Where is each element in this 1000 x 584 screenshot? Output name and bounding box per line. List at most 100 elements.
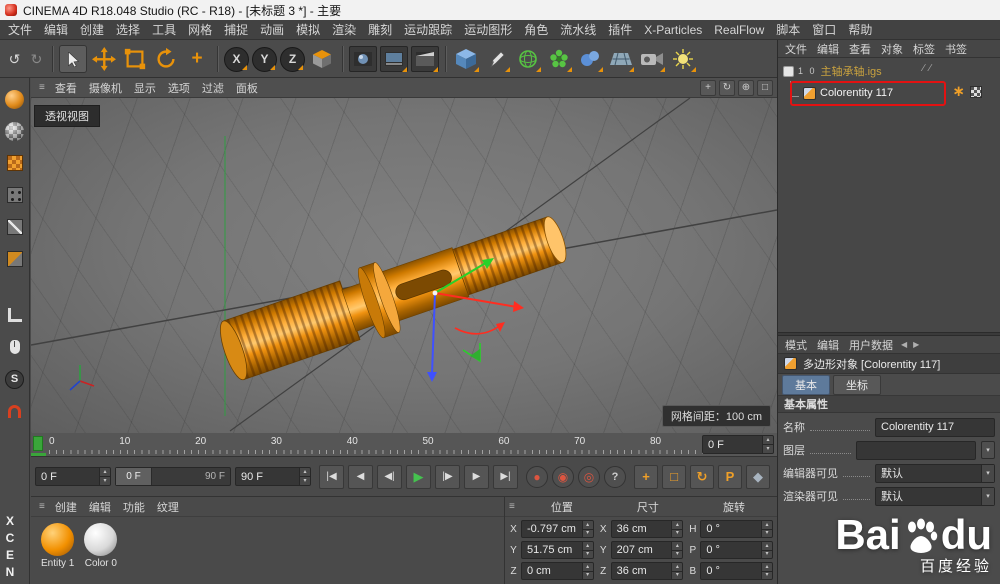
name-input[interactable]: Colorentity 117 <box>875 418 995 437</box>
magnet-tool-button[interactable] <box>4 400 26 422</box>
metaball-button[interactable] <box>576 45 604 73</box>
current-frame-field[interactable]: 0 F ▴▾ <box>702 435 774 454</box>
layer-input[interactable] <box>856 441 976 460</box>
spinner-up-icon[interactable]: ▴ <box>672 563 682 571</box>
coordinate-system-button[interactable] <box>308 45 336 73</box>
object-manager-menu-item[interactable]: 查看 <box>844 41 876 57</box>
viewport-maximize-icon[interactable]: □ <box>757 80 773 96</box>
camera-button[interactable] <box>638 45 666 73</box>
spinner-down-icon[interactable]: ▾ <box>672 571 682 580</box>
snap-button[interactable]: S <box>4 368 26 390</box>
viewport-menu-item[interactable]: 查看 <box>49 80 83 96</box>
range-end-field[interactable]: 90 F ▴▾ <box>235 467 311 486</box>
menu-item[interactable]: 渲染 <box>326 21 362 38</box>
playhead-marker[interactable] <box>33 436 43 451</box>
position-field[interactable]: 51.75 cm ▴▾ <box>521 541 594 559</box>
render-visibility-dropdown[interactable]: 默认 ▾ <box>875 487 995 506</box>
add-primitive-button[interactable] <box>452 45 480 73</box>
object-manager-menu-item[interactable]: 书签 <box>940 41 972 57</box>
view-label[interactable]: 透视视图 <box>34 105 100 127</box>
scale-tool-button[interactable] <box>121 45 149 73</box>
spinner-down-icon[interactable]: ▾ <box>762 529 772 538</box>
materials-menu-item[interactable]: 编辑 <box>83 499 117 515</box>
autokey-button[interactable]: ◉ <box>552 466 574 488</box>
panel-menu-icon[interactable]: ≡ <box>35 501 49 512</box>
menu-item[interactable]: 模拟 <box>290 21 326 38</box>
menu-item[interactable]: 脚本 <box>770 21 806 38</box>
viewport-menu-item[interactable]: 过滤 <box>196 80 230 96</box>
menu-item[interactable]: 文件 <box>2 21 38 38</box>
spinner-up-icon[interactable]: ▴ <box>672 521 682 529</box>
layer-popup-button[interactable]: ▾ <box>981 441 995 459</box>
spline-pen-button[interactable] <box>483 45 511 73</box>
spinner[interactable]: ▴▾ <box>671 521 682 537</box>
size-field[interactable]: 36 cm ▴▾ <box>611 520 684 538</box>
spinner[interactable]: ▴▾ <box>671 542 682 558</box>
object-visibility-dots[interactable]: 1 0 <box>798 66 817 76</box>
timeline-ruler[interactable]: 0102030405060708090 0 F ▴▾ <box>31 433 777 457</box>
render-settings-button[interactable] <box>411 45 439 73</box>
viewport-pan-icon[interactable]: + <box>700 80 716 96</box>
spinner-up-icon[interactable]: ▴ <box>762 563 772 571</box>
range-start-spinner[interactable]: ▴▾ <box>99 468 110 485</box>
object-name[interactable]: 主轴承轴.igs <box>821 63 882 79</box>
menu-item[interactable]: 动画 <box>254 21 290 38</box>
size-field[interactable]: 36 cm ▴▾ <box>611 562 684 580</box>
texture-tag-icon[interactable] <box>970 86 982 98</box>
model-mode-button[interactable] <box>4 88 26 110</box>
spinner-up-icon[interactable]: ▴ <box>672 542 682 550</box>
spinner-down-icon[interactable]: ▾ <box>672 550 682 559</box>
shaft-object[interactable] <box>213 202 575 388</box>
spinner-up-icon[interactable]: ▴ <box>300 468 310 476</box>
select-tool-button[interactable] <box>59 45 87 73</box>
menu-item[interactable]: 网格 <box>182 21 218 38</box>
menu-item[interactable]: X-Particles <box>638 23 708 37</box>
range-start-field[interactable]: 0 F ▴▾ <box>35 467 111 486</box>
viewport-menu-item[interactable]: 选项 <box>162 80 196 96</box>
material-tag-icon[interactable]: ∗ <box>952 86 965 98</box>
material-swatch[interactable]: Entity 1 <box>41 523 74 569</box>
history-back-icon[interactable]: ◀ <box>898 340 910 349</box>
menu-item[interactable]: 编辑 <box>38 21 74 38</box>
key-parameter-toggle[interactable]: P <box>718 465 742 489</box>
menu-item[interactable]: 工具 <box>146 21 182 38</box>
material-swatch[interactable]: Color 0 <box>84 523 117 569</box>
previous-key-button[interactable]: ◀ <box>348 465 373 489</box>
points-mode-button[interactable] <box>4 184 26 206</box>
spinner[interactable]: ▴▾ <box>582 521 593 537</box>
key-pla-toggle[interactable]: ◆ <box>746 465 770 489</box>
spinner[interactable]: ▴▾ <box>761 521 772 537</box>
record-button[interactable]: ● <box>526 466 548 488</box>
spinner[interactable]: ▴▾ <box>582 563 593 579</box>
history-forward-icon[interactable]: ▶ <box>910 340 922 349</box>
goto-start-button[interactable]: |◀ <box>319 465 344 489</box>
viewport-canvas[interactable]: 透视视图 网格间距：100 cm <box>31 98 777 433</box>
workplane-button[interactable] <box>4 304 26 326</box>
menu-item[interactable]: 角色 <box>518 21 554 38</box>
spinner-down-icon[interactable]: ▾ <box>762 550 772 559</box>
floor-button[interactable] <box>607 45 635 73</box>
spinner-down-icon[interactable]: ▾ <box>300 476 310 485</box>
panel-menu-icon[interactable]: ≡ <box>35 82 49 93</box>
position-field[interactable]: -0.797 cm ▴▾ <box>521 520 594 538</box>
edges-mode-button[interactable] <box>4 216 26 238</box>
uv-mode-button[interactable] <box>4 152 26 174</box>
menu-item[interactable]: 流水线 <box>554 21 602 38</box>
key-position-toggle[interactable]: + <box>634 465 658 489</box>
spinner-down-icon[interactable]: ▾ <box>100 476 110 485</box>
attributes-menu-item[interactable]: 编辑 <box>812 337 844 353</box>
spinner-up-icon[interactable]: ▴ <box>583 521 593 529</box>
menu-item[interactable]: 雕刻 <box>362 21 398 38</box>
spinner[interactable]: ▴▾ <box>671 563 682 579</box>
lock-y-axis-button[interactable]: Y <box>252 47 277 72</box>
viewport-solo-button[interactable] <box>4 336 26 358</box>
viewport-menu-item[interactable]: 显示 <box>128 80 162 96</box>
editor-visibility-dropdown[interactable]: 默认 ▾ <box>875 464 995 483</box>
attributes-menu-item[interactable]: 用户数据 <box>844 337 898 353</box>
subdivision-surface-button[interactable] <box>514 45 542 73</box>
menu-item[interactable]: 窗口 <box>806 21 842 38</box>
spinner-down-icon[interactable]: ▾ <box>763 444 773 453</box>
object-manager-menu-item[interactable]: 对象 <box>876 41 908 57</box>
materials-menu-item[interactable]: 纹理 <box>151 499 185 515</box>
help-button[interactable]: ? <box>604 466 626 488</box>
